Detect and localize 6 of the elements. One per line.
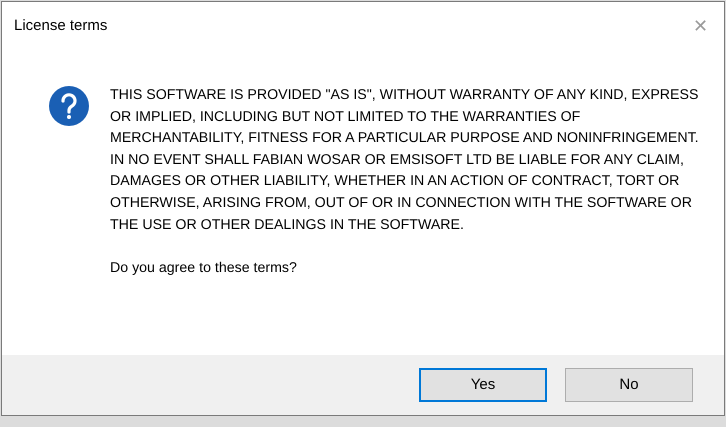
dialog-button[interactable]: Yes bbox=[419, 368, 547, 402]
window-title: License terms bbox=[14, 16, 108, 36]
license-text: THIS SOFTWARE IS PROVIDED "AS IS", WITHOUT WARRANTY OF ANY KIND, EXPRESS OR IMPLIED, INCLUDING BUT NOT LIMITED TO THE WARRANTIES OF MERCHANTABILITY, FITNESS FOR A PARTICULAR PURPOSE AND NONINFRINGEMENT. IN NO EVENT SHALL FABIAN WOSAR OR EMSISOFT LTD BE LIABLE FOR ANY CLAIM, DAMAGES OR OTHER LIABILITY, WHETHER IN AN ACTION OF CONTRACT, TORT OR OTHERWISE, ARISING FROM, OUT OF OR IN CONNECTION WITH THE SOFTWARE OR THE USE OR OTHER DEALINGS IN THE SOFTWARE. bbox=[110, 86, 700, 235]
question-text: Do you agree to these terms? bbox=[110, 259, 298, 278]
question-icon bbox=[49, 86, 89, 126]
dialog-button[interactable]: No bbox=[565, 368, 693, 402]
